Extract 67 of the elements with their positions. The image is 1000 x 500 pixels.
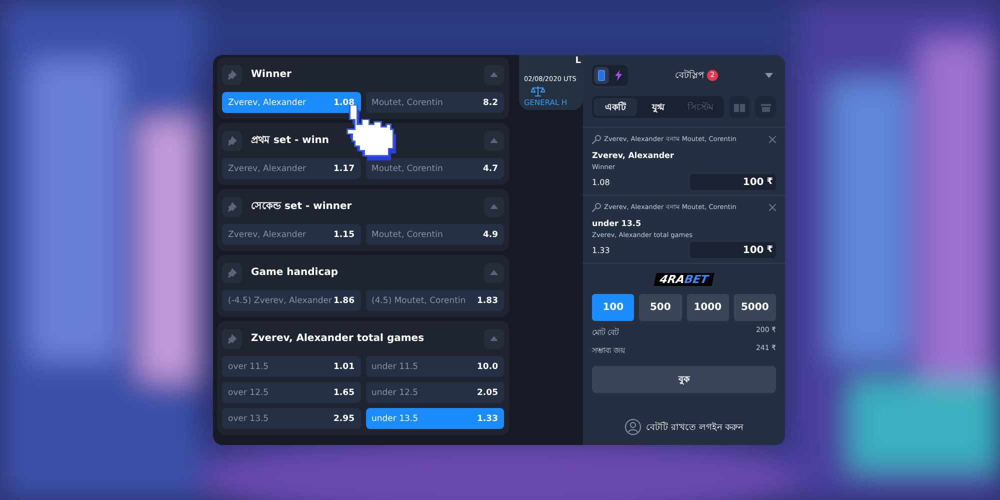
dropdown-icon[interactable] <box>765 72 773 78</box>
total-label: মোট বেট <box>592 326 619 339</box>
collapse-button[interactable] <box>484 64 504 84</box>
mode-button[interactable] <box>594 66 609 84</box>
market-title: Winner <box>251 69 292 80</box>
odds-button[interactable]: Moutet, Corentin 4.7 <box>366 158 504 179</box>
logo: 4RABET <box>654 273 714 286</box>
event-title: L <box>575 56 581 66</box>
amount-button[interactable]: 5000 <box>734 294 776 321</box>
caret-up-icon <box>490 204 498 209</box>
market-title: Game handicap <box>251 267 340 278</box>
amount-button[interactable]: 500 <box>639 294 682 321</box>
stake-field[interactable]: 100 ₹ <box>690 242 776 258</box>
odds-button[interactable]: over 11.5 1.01 <box>222 356 360 377</box>
caret-up-icon <box>490 270 498 275</box>
book-button[interactable]: বুক <box>592 366 776 393</box>
pin-button[interactable] <box>222 64 242 84</box>
bet-pick: Zverev, Alexander <box>592 151 675 160</box>
bet-pick: under 13.5 <box>592 219 642 228</box>
amount-button[interactable]: 1000 <box>686 294 729 321</box>
caret-up-icon <box>490 336 498 341</box>
pin-icon <box>227 268 237 278</box>
odds-button[interactable]: Moutet, Corentin 8.2 <box>366 92 504 113</box>
odds-button[interactable]: Moutet, Corentin 4.9 <box>366 224 504 245</box>
odds-button[interactable]: Zverev, Alexander 1.15 <box>222 224 360 245</box>
collapse-button[interactable] <box>484 196 504 216</box>
market-title: প্রথম set - winn <box>251 134 330 148</box>
bet-odds: 1.08 <box>592 178 610 186</box>
odds-button[interactable]: under 11.5 10.0 <box>366 356 504 377</box>
book-icon <box>734 102 745 112</box>
collapse-button[interactable] <box>484 328 504 348</box>
betslip-title: বেটস্লিপ <box>675 68 704 82</box>
odds-button[interactable]: over 12.5 1.65 <box>222 382 360 403</box>
odds-button[interactable]: (4.5) Moutet, Corentin 1.83 <box>366 290 504 311</box>
pin-icon <box>227 334 237 344</box>
lightning-icon <box>615 70 622 80</box>
book-icon-button[interactable] <box>729 96 750 118</box>
pin-icon <box>227 202 237 212</box>
gift-button[interactable] <box>755 96 776 118</box>
caret-up-icon <box>490 138 498 143</box>
pin-icon <box>227 136 237 146</box>
pin-button[interactable] <box>222 130 242 150</box>
login-link[interactable]: বেটটি রাখতে লগইন করুন <box>646 420 743 434</box>
tab[interactable]: একটি <box>594 98 637 116</box>
caret-up-icon <box>490 72 498 77</box>
pin-button[interactable] <box>222 328 242 348</box>
total-label: সম্ভাব্য জয় <box>592 345 626 357</box>
close-icon[interactable] <box>769 204 776 211</box>
odds-button[interactable]: (-4.5) Zverev, Alexander 1.86 <box>222 290 360 311</box>
odds-button[interactable]: Zverev, Alexander 1.17 <box>222 158 360 179</box>
tab[interactable]: যুগ্ম <box>636 98 680 116</box>
odds-button[interactable]: under 12.5 2.05 <box>366 382 504 403</box>
bet-odds: 1.33 <box>592 246 610 254</box>
scales-icon <box>531 86 545 97</box>
close-icon[interactable] <box>769 136 776 143</box>
market-title: সেকেন্ড set - winner <box>251 200 353 214</box>
market-title: Zverev, Alexander total games <box>251 333 426 344</box>
odds-button[interactable]: over 13.5 2.95 <box>222 408 360 429</box>
stake-field[interactable]: 100 ₹ <box>690 174 776 190</box>
pin-button[interactable] <box>222 262 242 282</box>
user-icon <box>625 419 642 435</box>
phone-icon <box>598 70 605 80</box>
gift-icon <box>760 102 770 112</box>
collapse-button[interactable] <box>484 130 504 150</box>
pin-icon <box>227 70 237 80</box>
pin-button[interactable] <box>222 196 242 216</box>
collapse-button[interactable] <box>484 262 504 282</box>
